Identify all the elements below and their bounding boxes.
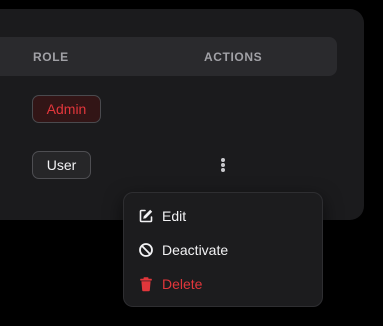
column-header-actions: ACTIONS [204, 50, 263, 64]
menu-item-edit[interactable]: Edit [124, 200, 322, 232]
row-actions-button[interactable] [213, 153, 233, 177]
trash-icon [138, 276, 154, 292]
menu-item-delete[interactable]: Delete [124, 268, 322, 300]
menu-item-label: Deactivate [162, 242, 229, 258]
kebab-dot-icon [221, 163, 225, 167]
kebab-dot-icon [221, 168, 225, 172]
edit-icon [138, 208, 154, 224]
role-badge-user: User [32, 151, 91, 179]
kebab-dot-icon [221, 158, 225, 162]
row-actions-menu: Edit Deactivate Delete [123, 192, 323, 307]
menu-item-label: Edit [162, 208, 187, 224]
role-badge-admin: Admin [32, 95, 101, 123]
menu-item-deactivate[interactable]: Deactivate [124, 234, 322, 266]
column-header-role: ROLE [33, 50, 69, 64]
ban-icon [138, 242, 154, 258]
users-table-view: ROLE ACTIONS Admin User Edit Deactivate … [0, 0, 383, 326]
menu-item-label: Delete [162, 276, 203, 292]
